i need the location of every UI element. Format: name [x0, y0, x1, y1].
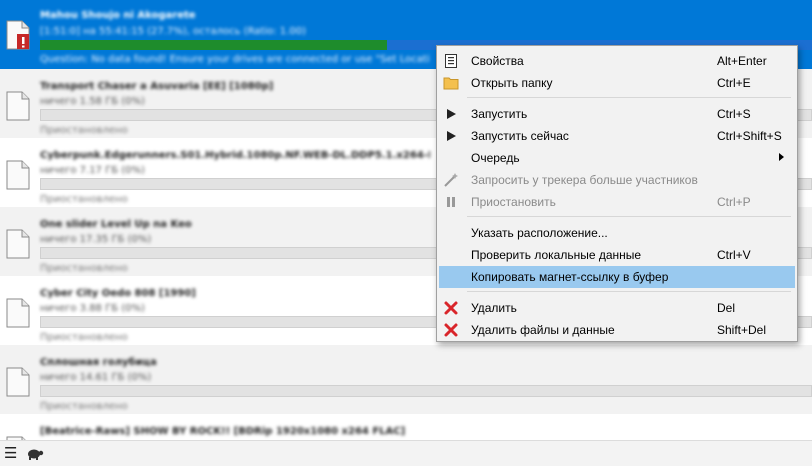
transmission-window: Mahou Shoujo ni Akogarete [1:51:0] на 55:…	[0, 0, 812, 466]
menu-item[interactable]: Удалить Del	[439, 297, 795, 319]
play-icon	[443, 106, 459, 122]
context-menu: Свойства Alt+Enter Открыть папку Ctrl+E Запу…	[436, 45, 798, 342]
status-bar: ☰	[0, 440, 812, 466]
torrent-name: One slider Level Up na Keo	[40, 219, 192, 230]
menu-item[interactable]: Проверить локальные данные Ctrl+V	[439, 244, 795, 266]
menu-item-label: Очередь	[471, 151, 520, 165]
hamburger-menu-icon[interactable]: ☰	[4, 446, 18, 461]
file-icon	[6, 298, 30, 328]
menu-item[interactable]: Открыть папку Ctrl+E	[439, 72, 795, 94]
menu-separator	[467, 97, 791, 98]
menu-item[interactable]: Свойства Alt+Enter	[439, 50, 795, 72]
folder-icon	[443, 75, 459, 91]
file-icon	[6, 91, 30, 121]
menu-item[interactable]: Удалить файлы и данные Shift+Del	[439, 319, 795, 341]
torrent-status-text: Приостановлено	[40, 332, 128, 343]
menu-item-label: Удалить	[471, 301, 517, 315]
torrent-progress-text: ничего 7.17 ГБ (0%)	[40, 165, 145, 176]
menu-item-shortcut: Del	[717, 301, 736, 315]
torrent-name: Mahou Shoujo ni Akogarete	[40, 10, 196, 21]
torrent-name: Cyberpunk.Edgerunners.S01.Hybrid.1080p.N…	[40, 150, 430, 161]
torrent-progress-text: [1:51:0] на 55:41:15 (27.7%), осталось (…	[40, 26, 306, 37]
menu-item-shortcut: Ctrl+V	[717, 248, 751, 262]
remove-icon	[443, 322, 459, 338]
file-icon	[6, 160, 30, 190]
menu-item-shortcut: Ctrl+Shift+S	[717, 129, 782, 143]
torrent-name: Cyber City Oedo 808 [1990]	[40, 288, 196, 299]
properties-icon	[443, 53, 459, 69]
menu-separator	[467, 291, 791, 292]
magic-wand-icon	[443, 172, 459, 188]
progress-bar	[40, 385, 812, 397]
turtle-icon[interactable]	[26, 445, 44, 461]
menu-item-label: Копировать магнет-ссылку в буфер	[471, 270, 669, 284]
menu-item-label: Приостановить	[471, 195, 556, 209]
torrent-progress-text: ничего 3.88 ГБ (0%)	[40, 303, 145, 314]
pause-icon	[443, 194, 459, 210]
menu-separator	[467, 216, 791, 217]
menu-item-shortcut: Alt+Enter	[717, 54, 767, 68]
file-icon	[6, 229, 30, 259]
submenu-arrow-icon	[779, 153, 784, 161]
remove-icon	[443, 300, 459, 316]
menu-item-shortcut: Shift+Del	[717, 323, 767, 337]
menu-item-shortcut: Ctrl+P	[717, 195, 751, 209]
torrent-name: Transport Chaser a Asuvaria [EE] [1080p]	[40, 81, 274, 92]
torrent-status-text: Приостановлено	[40, 401, 128, 412]
torrent-progress-text: ничего 17.35 ГБ (0%)	[40, 234, 152, 245]
menu-item[interactable]: Очередь	[439, 147, 795, 169]
file-icon	[6, 367, 30, 397]
torrent-row[interactable]: Сплошная голубица ничего 14.61 ГБ (0%) При…	[0, 345, 812, 414]
play-icon	[443, 128, 459, 144]
file-error-icon	[6, 20, 30, 50]
menu-item-shortcut: Ctrl+E	[717, 76, 751, 90]
menu-item-label: Указать расположение...	[471, 226, 608, 240]
menu-item[interactable]: Запросить у трекера больше участников	[439, 169, 795, 191]
progress-fill	[40, 40, 388, 50]
menu-item-label: Удалить файлы и данные	[471, 323, 615, 337]
torrent-status-text: Приостановлено	[40, 125, 128, 136]
torrent-name: Сплошная голубица	[40, 357, 157, 368]
menu-item-label: Проверить локальные данные	[471, 248, 642, 262]
menu-item-label: Запросить у трекера больше участников	[471, 173, 698, 187]
torrent-progress-text: ничего 14.61 ГБ (0%)	[40, 372, 152, 383]
menu-item[interactable]: Указать расположение...	[439, 222, 795, 244]
torrent-status-text: Приостановлено	[40, 263, 128, 274]
menu-item-label: Запустить сейчас	[471, 129, 569, 143]
torrent-status-text: Приостановлено	[40, 194, 128, 205]
torrent-row[interactable]: [Beatrice-Raws] SHOW BY ROCK!! [BDRip 19…	[0, 414, 812, 440]
menu-item[interactable]: Запустить Ctrl+S	[439, 103, 795, 125]
menu-item-label: Открыть папку	[471, 76, 553, 90]
menu-item[interactable]: Приостановить Ctrl+P	[439, 191, 795, 213]
menu-item[interactable]: Запустить сейчас Ctrl+Shift+S	[439, 125, 795, 147]
menu-item-label: Запустить	[471, 107, 528, 121]
torrent-status-text: Question: No data found! Ensure your dri…	[40, 54, 430, 65]
torrent-progress-text: ничего 1.58 ГБ (0%)	[40, 96, 145, 107]
menu-item-shortcut: Ctrl+S	[717, 107, 751, 121]
menu-item[interactable]: Копировать магнет-ссылку в буфер	[439, 266, 795, 288]
torrent-name: [Beatrice-Raws] SHOW BY ROCK!! [BDRip 19…	[40, 426, 406, 437]
menu-item-label: Свойства	[471, 54, 524, 68]
